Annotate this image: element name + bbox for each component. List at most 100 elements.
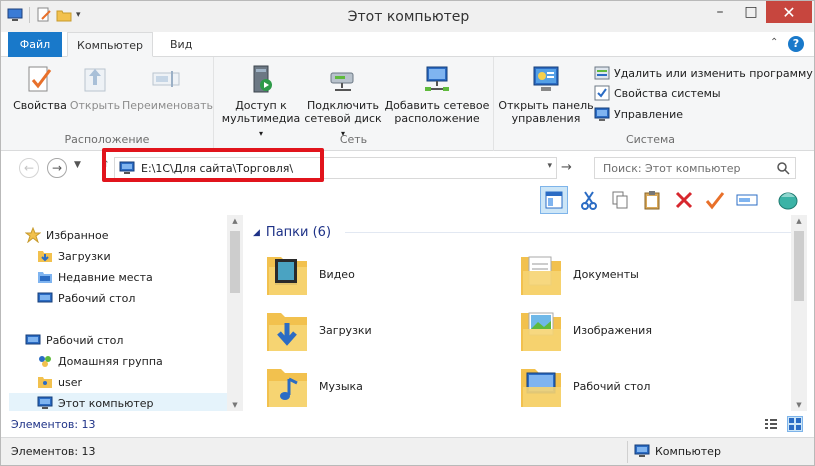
status-location-label: Компьютер: [655, 444, 721, 458]
media-server-icon: [253, 65, 272, 93]
system-properties-icon: [594, 85, 610, 101]
videos-folder-icon: [267, 257, 307, 295]
nav-label-downloads: Загрузки: [58, 249, 111, 263]
folder-item[interactable]: Музыка: [265, 361, 505, 411]
copy-icon: [612, 191, 628, 209]
details-status-bar: Элементов: 13: [1, 411, 814, 437]
group-system-label: Система: [625, 133, 676, 146]
search-icon[interactable]: [776, 161, 790, 175]
navigation-pane: Избранное Загрузки Недавние места Рабочи…: [7, 215, 243, 411]
search-placeholder: Поиск: Этот компьютер: [603, 161, 741, 175]
scroll-down-icon[interactable]: ▼: [227, 401, 243, 409]
open-label: Открыть: [69, 99, 121, 112]
address-dropdown-icon[interactable]: ▾: [547, 161, 552, 171]
nav-item-this-pc[interactable]: Этот компьютер: [9, 393, 227, 411]
go-arrow-icon[interactable]: →: [561, 160, 572, 175]
group-network-label: Сеть: [339, 133, 368, 146]
scroll-up-icon[interactable]: ▲: [227, 217, 243, 225]
forward-button[interactable]: →: [47, 158, 67, 178]
rename-button[interactable]: Переименовать: [122, 63, 214, 112]
paste-button[interactable]: [638, 186, 666, 214]
media-access-button[interactable]: Доступ к мультимедиа ▾: [220, 63, 302, 140]
properties-check-icon: [28, 66, 52, 92]
manage-button[interactable]: Управление: [594, 104, 683, 124]
nav-item-desktop-favorite[interactable]: Рабочий стол: [37, 288, 135, 308]
rename-label: Переименовать: [122, 99, 214, 112]
pictures-folder-icon: [521, 312, 561, 351]
rename-toolbar-button[interactable]: [733, 186, 761, 214]
content-scroll-thumb[interactable]: [794, 231, 804, 301]
uninstall-program-button[interactable]: Удалить или изменить программу: [594, 63, 813, 83]
open-button[interactable]: Открыть: [69, 63, 121, 112]
folder-item[interactable]: Рабочий стол: [519, 361, 759, 411]
tab-computer[interactable]: Компьютер: [67, 32, 153, 57]
folder-item[interactable]: Изображения: [519, 305, 759, 355]
rename-field-icon: [736, 194, 758, 206]
folder-name: Документы: [573, 267, 639, 281]
nav-item-homegroup[interactable]: Домашняя группа: [37, 351, 163, 371]
documents-folder-icon: [521, 256, 561, 295]
folder-item[interactable]: Загрузки: [265, 305, 505, 355]
help-icon[interactable]: ?: [788, 36, 804, 52]
close-button[interactable]: ✕: [766, 1, 812, 23]
downloads-folder-icon: [38, 251, 52, 262]
status-location: Компьютер: [634, 443, 721, 459]
maximize-button[interactable]: □: [737, 1, 765, 23]
rename-icon: [152, 71, 180, 87]
desktop-icon: [37, 292, 53, 303]
nav-scrollbar[interactable]: ▲ ▼: [227, 215, 243, 411]
preview-pane-icon: [545, 191, 563, 209]
cut-button[interactable]: [575, 186, 603, 214]
properties-button[interactable]: Свойства: [13, 63, 67, 112]
details-view-icon: [765, 419, 777, 429]
ribbon: Свойства Открыть Переименовать Расположе…: [1, 57, 814, 151]
map-drive-button[interactable]: Подключить сетевой диск ▾: [304, 63, 382, 140]
collapse-ribbon-icon[interactable]: ⌃: [770, 37, 778, 48]
recent-locations-dropdown-icon[interactable]: ▼: [74, 160, 81, 170]
nav-item-favorites[interactable]: Избранное: [25, 225, 108, 245]
scissors-icon: [581, 191, 597, 210]
user-folder-icon: [38, 377, 52, 388]
add-network-label-1: Добавить сетевое: [384, 99, 490, 112]
open-arrow-icon: [84, 68, 106, 92]
folders-group-header[interactable]: ◢ Папки (6): [253, 225, 793, 240]
content-scrollbar[interactable]: ▲ ▼: [791, 215, 807, 411]
nav-item-desktop[interactable]: Рабочий стол: [25, 330, 123, 350]
apply-button[interactable]: [701, 186, 729, 214]
system-properties-button[interactable]: Свойства системы: [594, 83, 721, 103]
desktop-folder-icon: [521, 369, 561, 407]
folder-item[interactable]: Видео: [265, 249, 505, 299]
back-button[interactable]: ←: [19, 158, 39, 178]
scroll-down-icon[interactable]: ▼: [791, 401, 807, 409]
folder-item[interactable]: Документы: [519, 249, 759, 299]
nav-item-recent[interactable]: Недавние места: [37, 267, 153, 287]
scroll-up-icon[interactable]: ▲: [791, 217, 807, 225]
folder-name: Музыка: [319, 379, 363, 393]
delete-x-icon: [675, 191, 693, 209]
details-view-button[interactable]: [763, 416, 779, 432]
minimize-button[interactable]: –: [706, 1, 734, 23]
search-box[interactable]: Поиск: Этот компьютер: [594, 157, 796, 179]
nav-item-user[interactable]: user: [37, 372, 82, 392]
tab-file[interactable]: Файл: [8, 32, 62, 57]
copy-button[interactable]: [606, 186, 634, 214]
computer-icon: [37, 396, 53, 409]
tab-view[interactable]: Вид: [160, 32, 202, 57]
preview-pane-button[interactable]: [540, 186, 568, 214]
address-highlight-frame: [102, 148, 324, 182]
manage-label: Управление: [614, 107, 684, 121]
network-globe-button[interactable]: [774, 186, 802, 214]
add-network-location-button[interactable]: Добавить сетевое расположение: [384, 63, 490, 125]
content-pane: ◢ Папки (6) Видео Документы Загрузки Изо…: [247, 215, 807, 411]
delete-button[interactable]: [670, 186, 698, 214]
nav-scroll-thumb[interactable]: [230, 231, 240, 293]
nav-item-downloads[interactable]: Загрузки: [37, 246, 111, 266]
item-count: Элементов: 13: [11, 445, 96, 458]
network-drive-icon: [330, 72, 354, 91]
checkmark-icon: [705, 192, 725, 210]
item-count-blue: Элементов: 13: [11, 418, 96, 431]
programs-icon: [594, 66, 610, 80]
control-panel-button[interactable]: Открыть панель управления: [498, 63, 594, 125]
add-network-label-2: расположение: [394, 112, 480, 125]
tiles-view-button[interactable]: [787, 416, 803, 432]
